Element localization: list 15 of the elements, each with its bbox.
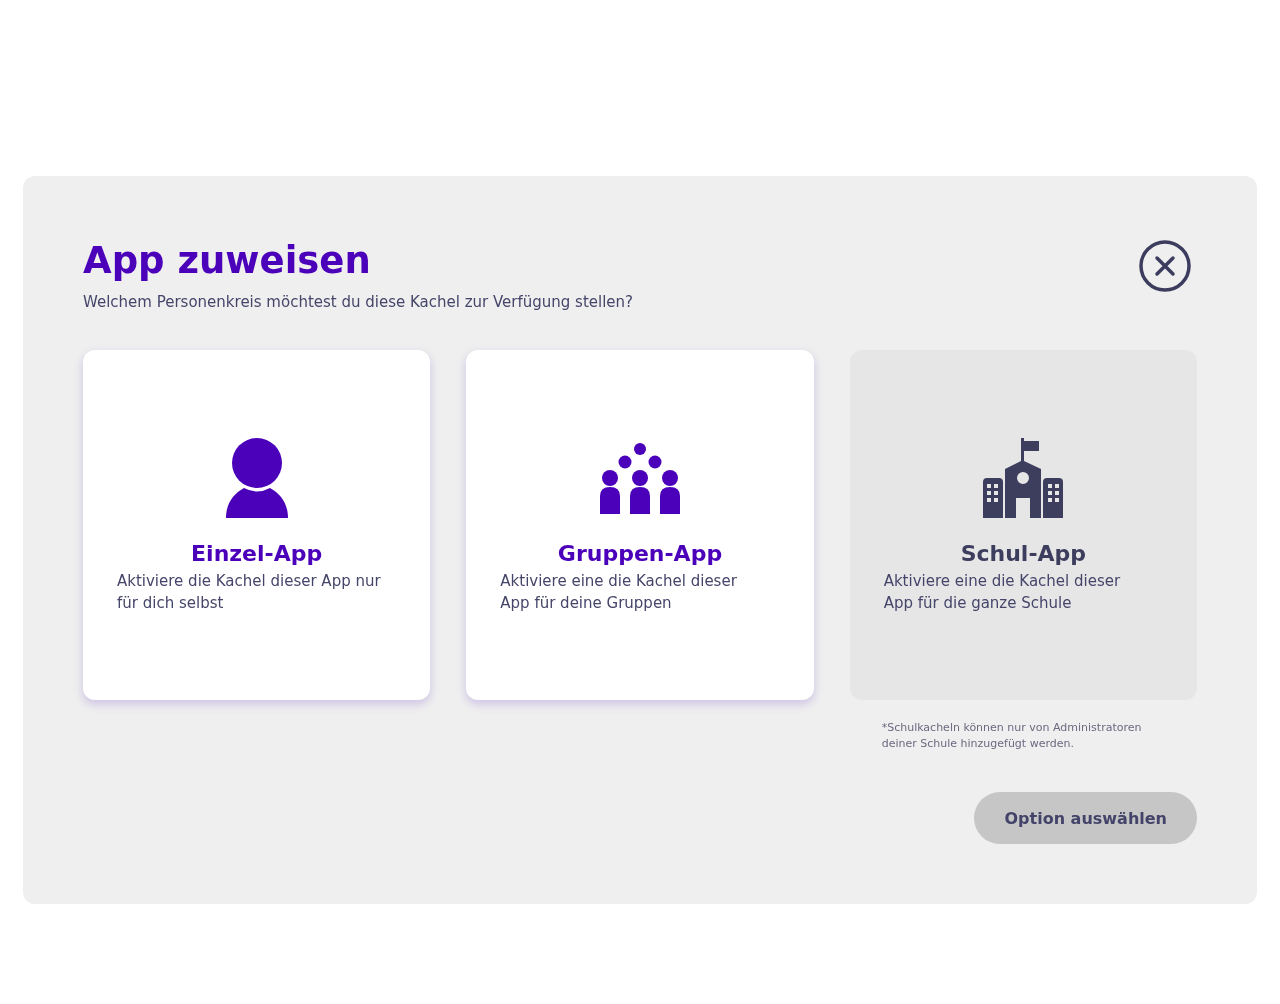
person-icon (225, 438, 288, 518)
option-description: Aktiviere eine die Kachel dieser App für die ganze Schule (883, 571, 1122, 614)
option-description: Aktiviere eine die Kachel dieser App für deine Gruppen (500, 571, 738, 614)
close-icon[interactable] (1139, 240, 1191, 292)
option-card[interactable]: Einzel-App Aktiviere die Kachel dieser App nur für dich selbst (83, 350, 431, 700)
option-card[interactable]: Gruppen-App Aktiviere eine die Kachel dieser App für deine Gruppen (466, 350, 814, 700)
footnote: *Schulkacheln können nur von Administratoren deiner Schule hinzugefügt werden. (880, 720, 1143, 752)
option-description: Aktiviere die Kachel dieser App nur für dich selbst (117, 571, 382, 614)
school-icon (983, 438, 1064, 518)
option-title: Gruppen-App (556, 540, 724, 568)
group-icon (600, 443, 680, 514)
option-title: Einzel-App (190, 540, 324, 568)
dialog-title: App zuweisen (83, 238, 372, 284)
dialog-subtitle: Welchem Personenkreis möchtest du diese Kachel zur Verfügung stellen? (83, 292, 634, 312)
option-title: Schul-App (959, 540, 1088, 568)
